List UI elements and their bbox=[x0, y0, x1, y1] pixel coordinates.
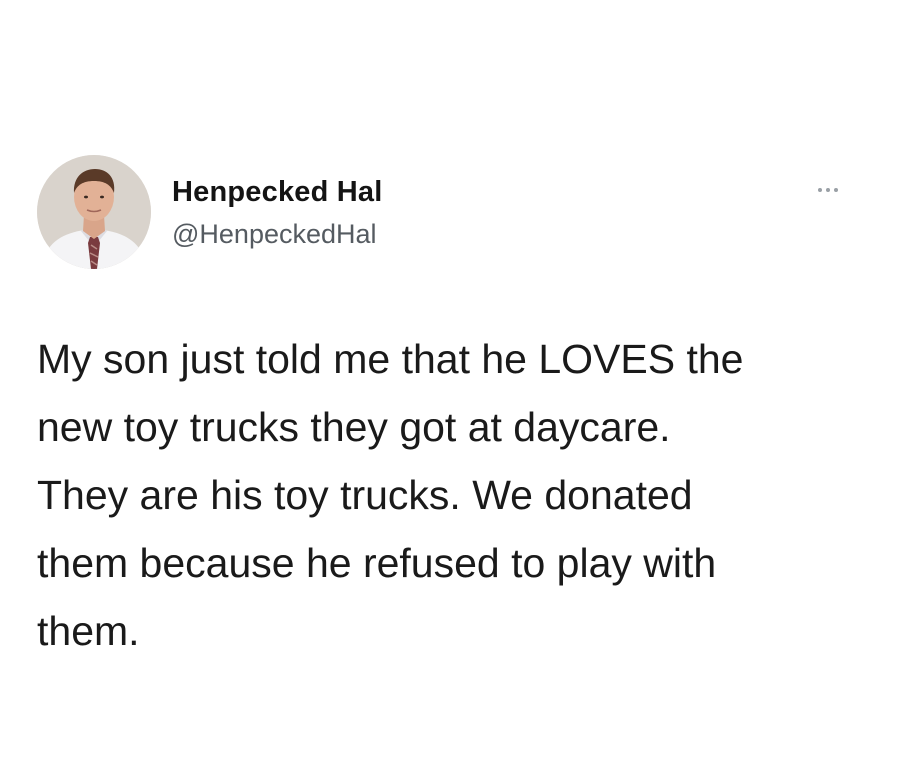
ellipsis-dot bbox=[826, 188, 830, 192]
tweet-text-line: They are his toy trucks. We donated bbox=[37, 472, 693, 518]
profile-photo-icon bbox=[37, 155, 151, 269]
author-handle[interactable]: @HenpeckedHal bbox=[172, 219, 377, 250]
ellipsis-dot bbox=[818, 188, 822, 192]
tweet-text-line: them. bbox=[37, 608, 140, 654]
tweet-card: Henpecked Hal @HenpeckedHal My son just … bbox=[0, 0, 900, 766]
tweet-text-line: My son just told me that he LOVES the bbox=[37, 336, 744, 382]
tweet-text: My son just told me that he LOVES the ne… bbox=[37, 325, 867, 665]
tweet-text-line: them because he refused to play with bbox=[37, 540, 717, 586]
author-avatar[interactable] bbox=[37, 155, 151, 269]
tweet-text-line: new toy trucks they got at daycare. bbox=[37, 404, 671, 450]
ellipsis-dot bbox=[834, 188, 838, 192]
more-options-icon[interactable] bbox=[808, 178, 848, 202]
author-display-name[interactable]: Henpecked Hal bbox=[172, 176, 383, 209]
